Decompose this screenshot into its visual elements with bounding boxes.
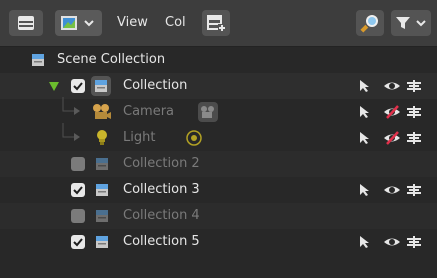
collection-checkbox[interactable] [71, 79, 85, 93]
new-collection-button[interactable] [202, 10, 230, 36]
funnel-filter-icon [396, 17, 410, 29]
collection-icon [95, 80, 107, 92]
tree-item-label: Collection 2 [123, 156, 200, 171]
collection-icon [96, 158, 108, 170]
collection-checkbox[interactable] [71, 183, 85, 197]
checkmark-icon [73, 186, 83, 195]
tree-connector [62, 123, 80, 141]
tree-item-label: Light [123, 130, 156, 145]
outliner-header: View Col [0, 0, 437, 47]
display-mode-dropdown[interactable] [55, 10, 102, 36]
cursor-arrow-icon[interactable] [358, 183, 370, 197]
camera-render-icon[interactable] [406, 105, 422, 119]
editor-type-button[interactable] [9, 10, 43, 36]
camera-data-button[interactable] [198, 102, 218, 122]
eye-hidden-icon[interactable] [383, 131, 401, 145]
search-button[interactable] [356, 10, 384, 36]
tree-row-light[interactable]: Light [0, 123, 437, 151]
new-collection-icon [207, 15, 226, 32]
search-icon [360, 15, 378, 33]
filter-dropdown[interactable] [391, 10, 431, 36]
camera-icon [201, 106, 214, 118]
tree-item-label: Collection 4 [123, 208, 200, 223]
outliner-editor: View Col Scene Collection Collection Cam… [0, 0, 437, 278]
collection-icon [96, 184, 108, 196]
collection-checkbox[interactable] [71, 209, 85, 223]
collection-icon [96, 210, 108, 222]
checkmark-icon [73, 82, 83, 91]
cursor-arrow-icon[interactable] [358, 131, 370, 145]
col-menu[interactable]: Col [165, 15, 186, 31]
tree-item-label: Camera [123, 104, 175, 119]
eye-hidden-icon[interactable] [383, 105, 401, 119]
checkmark-icon [73, 238, 83, 247]
view-menu[interactable]: View [117, 15, 148, 31]
collection-icon [32, 54, 44, 66]
tree-row-collection-5[interactable]: Collection 5 [0, 229, 437, 255]
collection-checkbox[interactable] [71, 157, 85, 171]
eye-icon[interactable] [383, 235, 401, 249]
collection-checkbox[interactable] [71, 235, 85, 249]
chevron-down-icon [84, 20, 94, 27]
camera-icon [93, 104, 111, 119]
camera-render-icon[interactable] [406, 183, 422, 197]
camera-render-icon[interactable] [406, 235, 422, 249]
tree-item-label: Collection 5 [123, 234, 200, 249]
collection-icon [96, 236, 108, 248]
cursor-arrow-icon[interactable] [358, 79, 370, 93]
tree-item-label: Collection 3 [123, 182, 200, 197]
chevron-down-icon [416, 20, 426, 27]
expand-triangle-icon[interactable] [48, 81, 60, 93]
tree-row-collection-2[interactable]: Collection 2 [0, 151, 437, 177]
tree-item-label: Collection [123, 78, 188, 93]
camera-render-icon[interactable] [406, 79, 422, 93]
eye-icon[interactable] [383, 183, 401, 197]
light-data-icon[interactable] [185, 129, 203, 147]
cursor-arrow-icon[interactable] [358, 235, 370, 249]
image-display-mode-icon [61, 16, 77, 30]
tree-row-collection[interactable]: Collection [0, 73, 437, 99]
tree-item-label: Scene Collection [57, 52, 166, 67]
tree-row-collection-3[interactable]: Collection 3 [0, 177, 437, 203]
tree-row-scene-collection[interactable]: Scene Collection [0, 47, 437, 73]
tree-row-camera[interactable]: Camera [0, 97, 437, 125]
eye-icon[interactable] [383, 79, 401, 93]
camera-render-icon[interactable] [406, 131, 422, 145]
cursor-arrow-icon[interactable] [358, 105, 370, 119]
light-bulb-icon [97, 130, 107, 145]
collection-icon-box [91, 76, 111, 96]
outliner-editor-icon [18, 16, 34, 30]
tree-row-collection-4[interactable]: Collection 4 [0, 203, 437, 229]
